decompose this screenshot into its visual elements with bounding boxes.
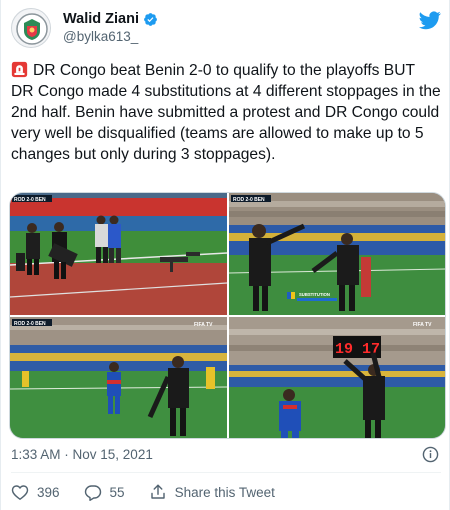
photo-player-entering-pitch[interactable]: ROD 2-0 BEN FIFA TV [10,317,227,438]
tweet-actions: 396 55 Share this Tweet [11,481,275,503]
author-display-name[interactable]: Walid Ziani [63,11,139,27]
author-handle[interactable]: @bylka613_ [63,29,158,44]
twitter-bird-icon[interactable] [419,9,441,31]
scoreboard-overlay: ROD 2-0 BEN [233,197,265,203]
fifa-tv-watermark: FIFA TV [194,322,213,328]
info-icon[interactable] [422,446,439,463]
verified-badge-icon [143,12,158,27]
scoreboard-overlay: ROD 2-0 BEN [14,197,46,203]
photo-official-raising-board[interactable]: 19 17 FIFA TV [229,317,445,438]
share-label: Share this Tweet [174,484,275,500]
scoreboard-overlay: ROD 2-0 BEN [14,321,46,327]
tweet-card: Walid Ziani @bylka613_ DR Congo beat Ben… [0,0,450,510]
reply-bubble-icon [84,483,102,501]
substitution-caption: SUBSTITUTION [299,292,330,297]
tweet-media-grid: ROD 2-0 BEN ROD 2-0 BEN SUBSTITUTION ROD… [9,192,446,439]
fifa-tv-watermark: FIFA TV [413,322,432,328]
like-button[interactable]: 396 [11,483,60,501]
tweet-body-text: DR Congo beat Benin 2-0 to qualify to th… [11,62,441,163]
police-car-light-icon [11,61,28,78]
share-upload-icon [149,483,167,501]
tweet-timestamp[interactable]: 1:33 AM · Nov 15, 2021 [11,447,153,462]
photo-referee-substitution-caption[interactable]: ROD 2-0 BEN SUBSTITUTION [229,193,445,315]
reply-button[interactable]: 55 [84,483,125,501]
avatar[interactable] [11,8,51,48]
heart-icon [11,483,29,501]
like-count: 396 [37,484,60,500]
tweet-header: Walid Ziani @bylka613_ [11,8,441,52]
divider [11,472,441,473]
tweet-text: DR Congo beat Benin 2-0 to qualify to th… [11,60,441,165]
photo-touchline-substitution-board[interactable]: ROD 2-0 BEN [10,193,227,315]
share-button[interactable]: Share this Tweet [149,483,275,501]
reply-count: 55 [109,484,125,500]
author-names: Walid Ziani @bylka613_ [63,11,158,44]
